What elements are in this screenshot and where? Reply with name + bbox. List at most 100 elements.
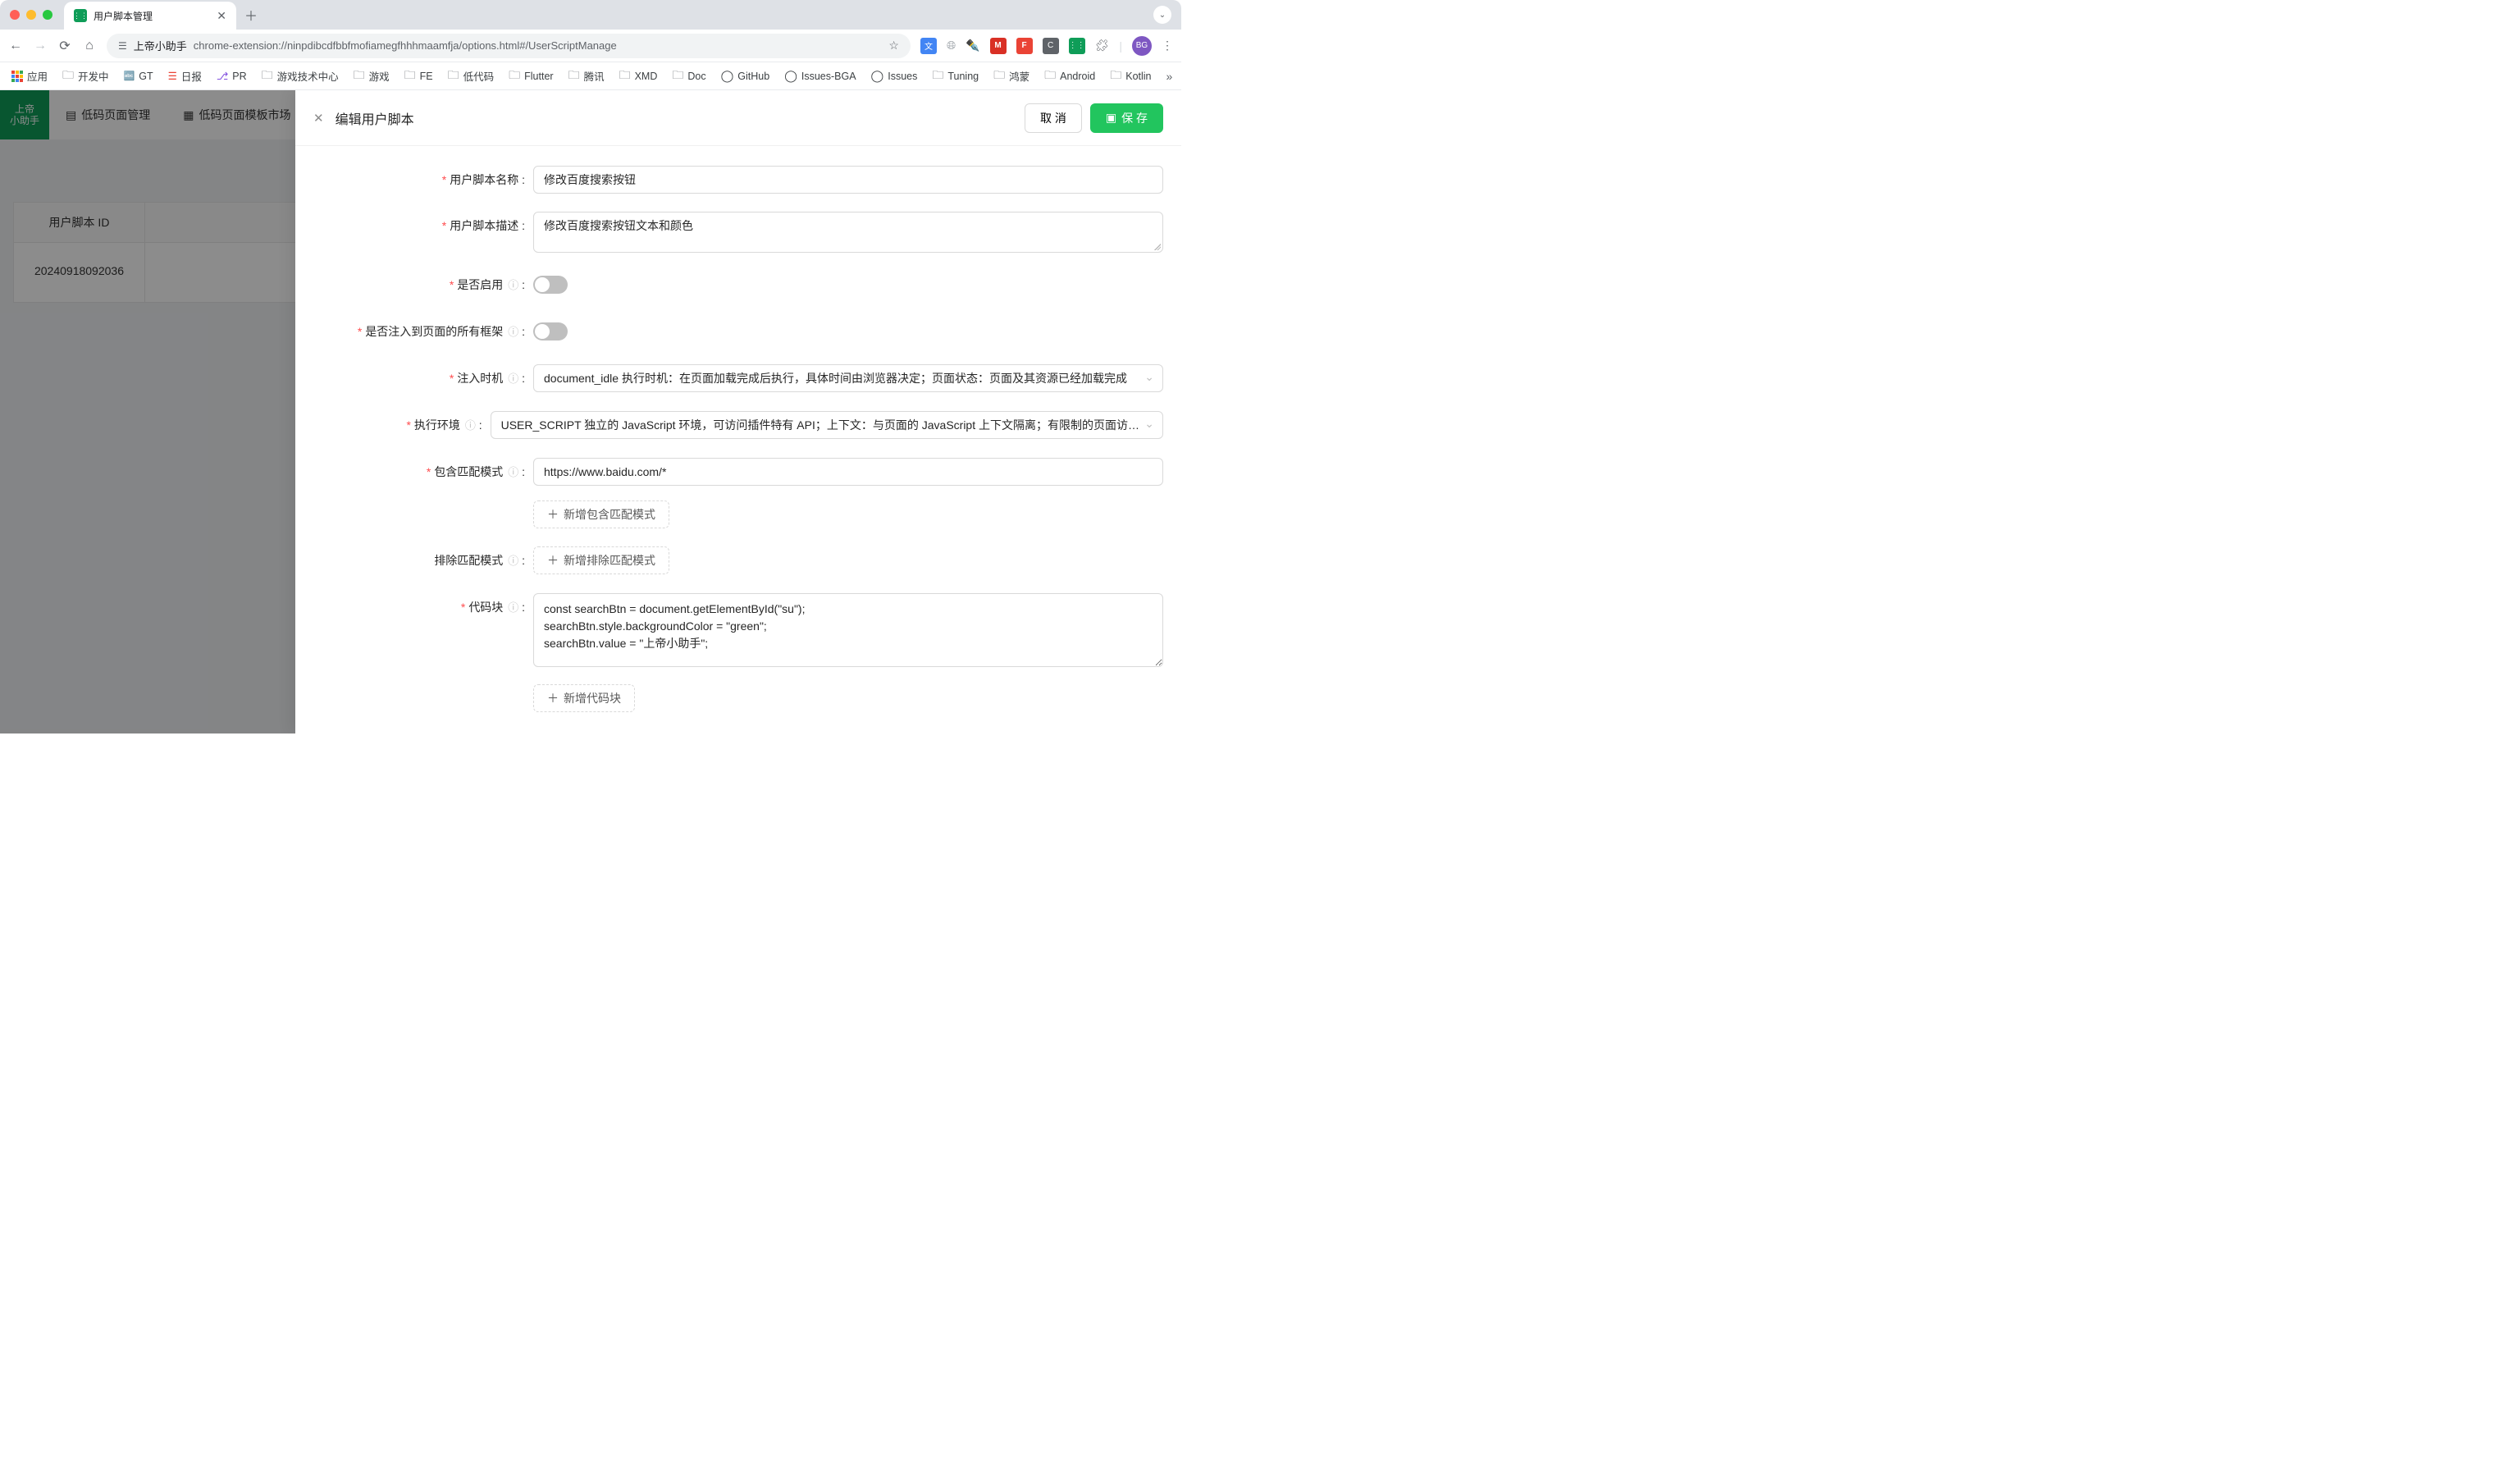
add-code-button[interactable]: ＋新增代码块 — [533, 684, 635, 712]
plus-icon: ＋ — [547, 690, 559, 706]
help-icon[interactable]: ⓘ — [508, 555, 518, 567]
folder-icon — [262, 66, 273, 86]
plus-icon: ＋ — [547, 552, 559, 569]
folder-icon — [1044, 66, 1056, 86]
edit-drawer: ✕ 编辑用户脚本 取 消 ▣保 存 *用户脚本名称 : *用户脚本描述 : 修改… — [295, 90, 1181, 734]
browser-tab[interactable]: ⋮⋮ 用户脚本管理 ✕ — [64, 2, 236, 30]
bookmark-daily[interactable]: ☰日报 — [168, 68, 202, 84]
label-exclude: 排除匹配模式 ⓘ : — [313, 546, 533, 575]
bookmarks-bar: 应用 开发中 🔤GT ☰日报 ⎇PR 游戏技术中心 游戏 FE 低代码 Flut… — [0, 62, 1181, 90]
reload-button[interactable]: ⟳ — [57, 38, 72, 54]
label-enabled: *是否启用 ⓘ : — [313, 271, 533, 299]
extension-translate-icon[interactable]: 文 — [920, 38, 937, 54]
maximize-window-button[interactable] — [43, 10, 52, 20]
extension-helper-icon[interactable]: ⋮⋮ — [1069, 38, 1085, 54]
extension-fe-icon[interactable]: F — [1016, 38, 1033, 54]
folder-icon — [354, 66, 365, 86]
save-icon: ▣ — [1106, 111, 1116, 125]
include-pattern-input[interactable] — [533, 458, 1163, 486]
minimize-window-button[interactable] — [26, 10, 36, 20]
folder-icon — [62, 66, 74, 86]
plus-icon: ＋ — [547, 506, 559, 523]
browser-menu-icon[interactable]: ⋮ — [1162, 39, 1173, 53]
cancel-button[interactable]: 取 消 — [1025, 103, 1082, 133]
tab-overflow-button[interactable]: ⌄ — [1153, 6, 1171, 24]
bookmark-folder[interactable]: Kotlin — [1110, 66, 1151, 86]
drawer-body: *用户脚本名称 : *用户脚本描述 : 修改百度搜索按钮文本和颜色 *是否启用 … — [295, 146, 1181, 734]
browser-titlebar: ⋮⋮ 用户脚本管理 ✕ ＋ ⌄ — [0, 0, 1181, 30]
help-icon[interactable]: ⓘ — [508, 279, 518, 291]
inject-time-select[interactable]: document_idle 执行时机：在页面加载完成后执行，具体时间由浏览器决定… — [533, 364, 1163, 392]
save-button[interactable]: ▣保 存 — [1090, 103, 1163, 133]
help-icon[interactable]: ⓘ — [465, 419, 476, 432]
bookmark-folder[interactable]: Android — [1044, 66, 1095, 86]
translate-icon: 🔤 — [124, 71, 135, 81]
extension-pen-icon[interactable]: ✒️ — [966, 39, 979, 53]
forward-button[interactable]: → — [33, 39, 48, 53]
github-icon: ◯ — [784, 69, 797, 83]
label-include: *包含匹配模式 ⓘ : — [313, 458, 533, 487]
label-inject-time: *注入时机 ⓘ : — [313, 364, 533, 393]
new-tab-button[interactable]: ＋ — [244, 5, 258, 25]
bookmark-pr[interactable]: ⎇PR — [217, 70, 247, 82]
profile-avatar[interactable]: BG — [1132, 36, 1152, 56]
env-select[interactable]: USER_SCRIPT 独立的 JavaScript 环境，可访问插件特有 AP… — [491, 411, 1163, 439]
bookmark-folder[interactable]: 游戏技术中心 — [262, 66, 339, 86]
desc-textarea[interactable]: 修改百度搜索按钮文本和颜色 — [533, 212, 1163, 253]
bookmark-github[interactable]: ◯GitHub — [721, 69, 770, 83]
back-button[interactable]: ← — [8, 39, 23, 53]
extension-globe-icon[interactable]: 🌐︎ — [947, 39, 956, 53]
bookmark-folder[interactable]: FE — [404, 66, 433, 86]
address-url: chrome-extension://ninpdibcdfbbfmofiameg… — [194, 39, 617, 52]
calendar-icon: ☰ — [168, 70, 177, 82]
drawer-header: ✕ 编辑用户脚本 取 消 ▣保 存 — [295, 90, 1181, 146]
github-icon: ◯ — [871, 69, 884, 83]
name-input[interactable] — [533, 166, 1163, 194]
bookmark-folder[interactable]: Flutter — [509, 66, 553, 86]
folder-icon — [619, 66, 631, 86]
extension-c-icon[interactable]: C — [1043, 38, 1059, 54]
help-icon[interactable]: ⓘ — [508, 372, 518, 385]
home-button[interactable]: ⌂ — [82, 39, 97, 53]
bookmark-apps[interactable]: 应用 — [11, 68, 48, 84]
allframes-switch[interactable] — [533, 322, 568, 340]
bookmark-folder[interactable]: Doc — [672, 66, 705, 86]
add-include-button[interactable]: ＋新增包含匹配模式 — [533, 500, 669, 528]
bookmark-folder[interactable]: 鸿蒙 — [993, 66, 1029, 86]
add-exclude-button[interactable]: ＋新增排除匹配模式 — [533, 546, 669, 574]
bookmark-gt[interactable]: 🔤GT — [124, 71, 153, 82]
close-window-button[interactable] — [10, 10, 20, 20]
bookmark-issues[interactable]: ◯Issues — [871, 69, 918, 83]
address-bar[interactable]: ☰ 上帝小助手 chrome-extension://ninpdibcdfbbf… — [107, 34, 911, 58]
help-icon[interactable]: ⓘ — [508, 326, 518, 338]
label-code: *代码块 ⓘ : — [313, 593, 533, 622]
site-info-icon[interactable]: ☰ — [118, 40, 127, 52]
github-icon: ◯ — [721, 69, 734, 83]
bookmark-folder[interactable]: 腾讯 — [568, 66, 605, 86]
bookmarks-overflow-icon[interactable]: » — [1166, 70, 1173, 83]
label-desc: *用户脚本描述 : — [313, 212, 533, 240]
enabled-switch[interactable] — [533, 276, 568, 294]
extensions-menu-icon[interactable]: 🧩︎ — [1095, 39, 1110, 53]
bookmark-folder[interactable]: 开发中 — [62, 66, 109, 86]
close-drawer-icon[interactable]: ✕ — [313, 111, 324, 126]
bookmark-folder[interactable]: XMD — [619, 66, 658, 86]
close-tab-icon[interactable]: ✕ — [217, 9, 226, 23]
bookmark-issues-bga[interactable]: ◯Issues-BGA — [784, 69, 856, 83]
help-icon[interactable]: ⓘ — [508, 601, 518, 614]
folder-icon — [509, 66, 520, 86]
folder-icon — [993, 66, 1005, 86]
bookmark-star-icon[interactable]: ☆ — [888, 39, 899, 53]
code-textarea[interactable] — [533, 593, 1163, 667]
traffic-lights — [10, 10, 52, 20]
bookmark-folder[interactable]: Tuning — [932, 66, 979, 86]
help-icon[interactable]: ⓘ — [508, 466, 518, 478]
pr-icon: ⎇ — [217, 70, 228, 82]
page-content: 上帝 小助手 ▤低码页面管理 ▦低码页面模板市场 用户脚本 ID 用户脚本名称 … — [0, 90, 1181, 734]
browser-toolbar: ← → ⟳ ⌂ ☰ 上帝小助手 chrome-extension://ninpd… — [0, 30, 1181, 62]
tab-title: 用户脚本管理 — [94, 9, 210, 23]
extension-m-icon[interactable]: M — [990, 38, 1007, 54]
folder-icon — [568, 66, 580, 86]
bookmark-folder[interactable]: 游戏 — [354, 66, 390, 86]
bookmark-folder[interactable]: 低代码 — [448, 66, 495, 86]
